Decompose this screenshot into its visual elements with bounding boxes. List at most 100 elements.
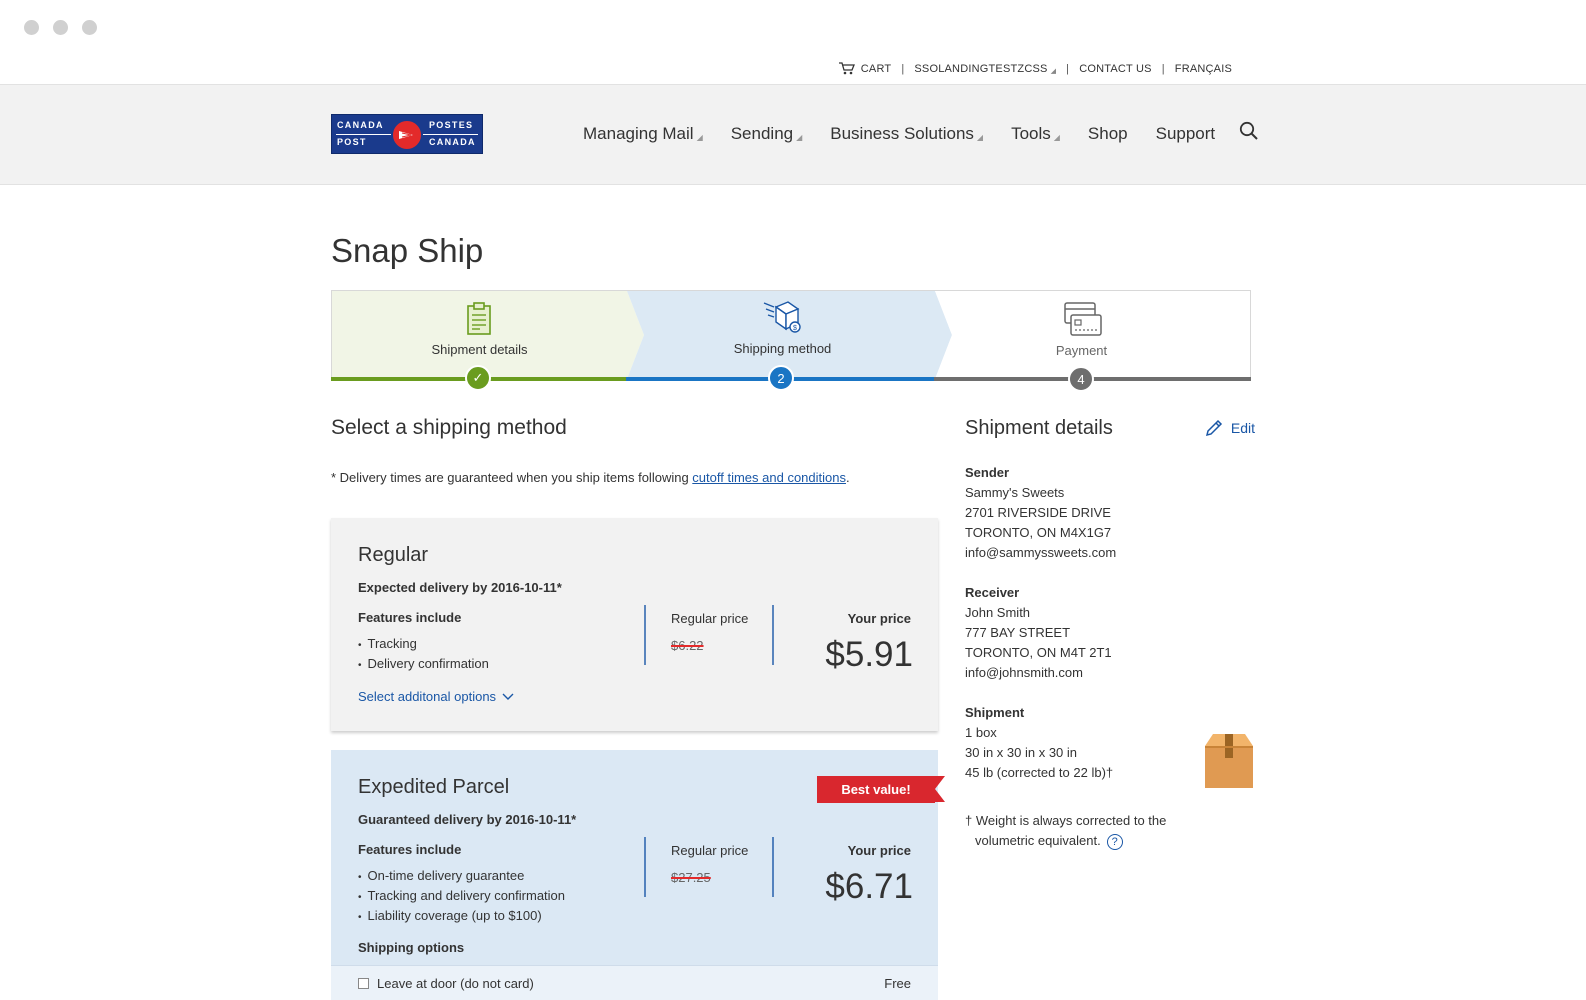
list-item: Delivery confirmation [358, 656, 489, 676]
note-text: * Delivery times are guaranteed when you… [331, 470, 693, 485]
chevron-down-icon [502, 693, 514, 700]
list-item: Tracking and delivery confirmation [358, 888, 566, 908]
package-box-icon [1205, 734, 1253, 788]
list-item: Tracking [358, 636, 489, 656]
badge-label: Best value! [817, 776, 935, 803]
your-price-label: Your price [847, 843, 911, 858]
divider [644, 837, 646, 897]
option-name: Regular [358, 544, 429, 566]
nav-support[interactable]: Support [1156, 124, 1216, 144]
note-text: . [845, 470, 850, 485]
option-name: Expedited Parcel [358, 776, 510, 798]
svg-text:$: $ [793, 325, 797, 332]
shipment-block: Shipment 1 box 30 in x 30 in x 30 in 45 … [965, 703, 1113, 783]
address-line: 2701 RIVERSIDE DRIVE [965, 505, 1111, 520]
link-label: Select additonal options [358, 689, 497, 704]
receiver-label: Receiver [965, 585, 1020, 600]
chevron-down-icon: ◢ [1053, 132, 1060, 142]
badge-ribbon-tail [935, 776, 945, 802]
page-title: Snap Ship [331, 232, 484, 269]
additional-options-toggle[interactable]: Select additonal options [358, 689, 514, 704]
option-delivery: Guaranteed delivery by 2016-10-11* [358, 812, 577, 827]
your-price-value: $6.71 [825, 867, 913, 906]
address-line: info@sammyssweets.com [965, 545, 1117, 560]
option-price: Free [884, 975, 911, 991]
main-nav: Managing Mail ◢ Sending ◢ Business Solutio… [583, 121, 1259, 146]
step-marker-complete[interactable]: ✓ [465, 365, 491, 391]
section-title: Select a shipping method [331, 416, 567, 439]
nav-label: Business Solutions [830, 123, 974, 143]
utility-bar: CART | SSOLANDINGTESTZCSS ◢ | CONTACT US … [838, 62, 1232, 75]
nav-managing-mail[interactable]: Managing Mail ◢ [583, 124, 703, 144]
separator: | [1066, 62, 1070, 75]
site-header: CANADA POST POSTES CANADA Managing Mail ◢… [0, 84, 1586, 185]
footnote-line: volumetric equivalent.? [965, 831, 1166, 851]
list-item: On-time delivery guarantee [358, 868, 565, 888]
address-line: TORONTO, ON M4X1G7 [965, 525, 1112, 540]
nav-business-solutions[interactable]: Business Solutions ◢ [830, 124, 983, 144]
chevron-down-icon: ◢ [696, 132, 703, 142]
address-line: John Smith [965, 605, 1031, 620]
step-label-shipping-method: Shipping method [733, 341, 832, 356]
footnote-text: † Weight is always corrected to the [965, 813, 1167, 828]
nav-label: Tools [1011, 123, 1051, 143]
leave-at-door-checkbox[interactable] [358, 977, 369, 989]
step-label-payment: Payment [1055, 343, 1108, 358]
nav-sending[interactable]: Sending ◢ [731, 124, 803, 144]
window-dot [24, 20, 39, 35]
regular-price-value: $27.25 [671, 870, 711, 885]
shipment-label: Shipment [965, 705, 1025, 720]
shipping-options-title: Shipping options [358, 940, 465, 955]
shipping-option-regular[interactable]: Regular Expected delivery by 2016-10-11*… [331, 518, 938, 731]
shipment-line: 30 in x 30 in x 30 in [965, 745, 1078, 760]
nav-label: Shop [1087, 123, 1128, 143]
nav-label: Managing Mail [583, 123, 694, 143]
cart-label: CART [860, 62, 892, 75]
nav-label: Support [1155, 123, 1216, 143]
pencil-icon [1205, 419, 1222, 437]
option-leave-at-door[interactable]: Leave at door (do not card) Free [331, 965, 938, 1000]
logo-text: CANADA [337, 120, 384, 130]
your-price-value: $5.91 [825, 635, 913, 674]
footnote-text: volumetric equivalent. [975, 833, 1101, 848]
window-dot [53, 20, 68, 35]
search-icon [1240, 121, 1258, 140]
option-delivery: Expected delivery by 2016-10-11* [358, 580, 562, 595]
progress-stepper: $ Shipment details Shipping method Payme… [331, 290, 1251, 392]
address-line: 777 BAY STREET [965, 625, 1071, 640]
window-controls [24, 20, 97, 35]
chevron-down-icon: ◢ [796, 132, 803, 142]
edit-button[interactable]: Edit [1205, 419, 1255, 437]
features-list: On-time delivery guarantee Tracking and … [358, 868, 566, 928]
address-line: info@johnsmith.com [965, 665, 1083, 680]
step-label-shipment-details: Shipment details [431, 342, 528, 357]
shipping-box-icon: $ [763, 301, 801, 333]
account-menu[interactable]: SSOLANDINGTESTZCSS ◢ [914, 63, 1056, 75]
features-list: Tracking Delivery confirmation [358, 636, 489, 676]
shipment-details-panel: Shipment details Edit Sender Sammy's Swe… [965, 417, 1255, 850]
stepper-frame: $ Shipment details Shipping method Payme… [331, 290, 1251, 380]
canada-post-logo[interactable]: CANADA POST POSTES CANADA [331, 114, 483, 154]
regular-price-label: Regular price [671, 611, 749, 626]
help-icon[interactable]: ? [1106, 833, 1123, 850]
option-label: Leave at door (do not card) [377, 975, 534, 991]
search-button[interactable] [1239, 121, 1259, 146]
separator: | [901, 62, 905, 75]
step-marker-upcoming: 4 [1068, 366, 1094, 392]
logo-text: CANADA [429, 137, 476, 147]
cutoff-times-link[interactable]: cutoff times and conditions [692, 470, 846, 485]
account-label: SSOLANDINGTESTZCSS [914, 62, 1048, 75]
cart-icon [838, 62, 855, 75]
nav-tools[interactable]: Tools ◢ [1011, 124, 1060, 144]
regular-price-label: Regular price [671, 843, 749, 858]
language-link[interactable]: FRANÇAIS [1175, 63, 1232, 75]
logo-text: POST [337, 137, 367, 147]
shipment-line: 1 box [965, 725, 997, 740]
delivery-note: * Delivery times are guaranteed when you… [331, 470, 850, 485]
features-title: Features include [358, 610, 462, 625]
credit-card-icon [1064, 302, 1102, 336]
contact-link[interactable]: CONTACT US [1079, 63, 1152, 75]
nav-shop[interactable]: Shop [1088, 124, 1128, 144]
window-dot [82, 20, 97, 35]
cart-link[interactable]: CART [838, 62, 892, 75]
